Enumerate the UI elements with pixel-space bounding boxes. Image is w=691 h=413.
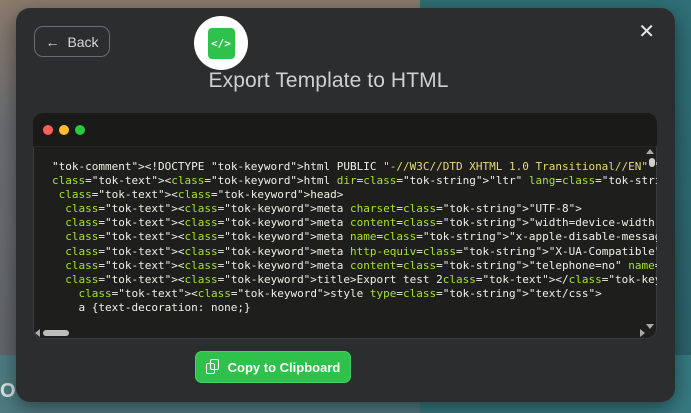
code-line: class="tok-text"><class="tok-keyword">me…: [65, 202, 582, 216]
window-dot-red: [43, 124, 53, 135]
code-line: class="tok-text"><class="tok-keyword">me…: [65, 258, 657, 272]
horizontal-scroll-right-arrow[interactable]: [640, 329, 645, 337]
copy-icon: [205, 359, 220, 375]
code-line: a {text-decoration: none;}: [52, 300, 251, 314]
window-dot-green: [75, 124, 85, 135]
modal-title: Export Template to HTML: [208, 69, 449, 92]
copy-button-label: Copy to Clipboard: [227, 359, 341, 375]
back-button[interactable]: ← Back: [34, 26, 110, 57]
vertical-scrollbar-thumb[interactable]: [649, 158, 655, 167]
code-line: class="tok-text"><class="tok-keyword">ht…: [52, 174, 657, 188]
vertical-scroll-up-arrow[interactable]: [646, 149, 654, 154]
back-button-label: Back: [67, 33, 99, 50]
window-dot-yellow: [59, 124, 69, 135]
code-line: class="tok-text"><class="tok-keyword">st…: [78, 286, 602, 300]
code-line: class="tok-text"><class="tok-keyword">he…: [58, 188, 344, 202]
code-line: class="tok-text"><class="tok-keyword">me…: [65, 244, 657, 258]
code-editor[interactable]: "tok-comment"><!DOCTYPE "tok-keyword">ht…: [33, 146, 657, 339]
code-file-icon: </>: [207, 27, 235, 59]
code-file-badge: </>: [194, 16, 248, 70]
export-modal: ← Back ✕ </> Export Template to HTML "to…: [16, 8, 675, 402]
code-line: class="tok-text"><class="tok-keyword">ti…: [65, 272, 657, 286]
code-window-titlebar: [33, 113, 657, 147]
code-line: "tok-comment"><!DOCTYPE "tok-keyword">ht…: [52, 160, 657, 173]
arrow-left-icon: ←: [45, 33, 60, 50]
code-line: class="tok-text"><class="tok-keyword">me…: [65, 216, 657, 230]
code-line: class="tok-text"><class="tok-keyword">me…: [65, 230, 657, 244]
close-icon[interactable]: ✕: [638, 22, 655, 42]
code-window: "tok-comment"><!DOCTYPE "tok-keyword">ht…: [33, 113, 657, 339]
horizontal-scroll-left-arrow[interactable]: [35, 329, 40, 337]
horizontal-scrollbar-thumb[interactable]: [43, 330, 69, 336]
vertical-scroll-down-arrow[interactable]: [646, 324, 654, 329]
copy-to-clipboard-button[interactable]: Copy to Clipboard: [195, 351, 351, 383]
